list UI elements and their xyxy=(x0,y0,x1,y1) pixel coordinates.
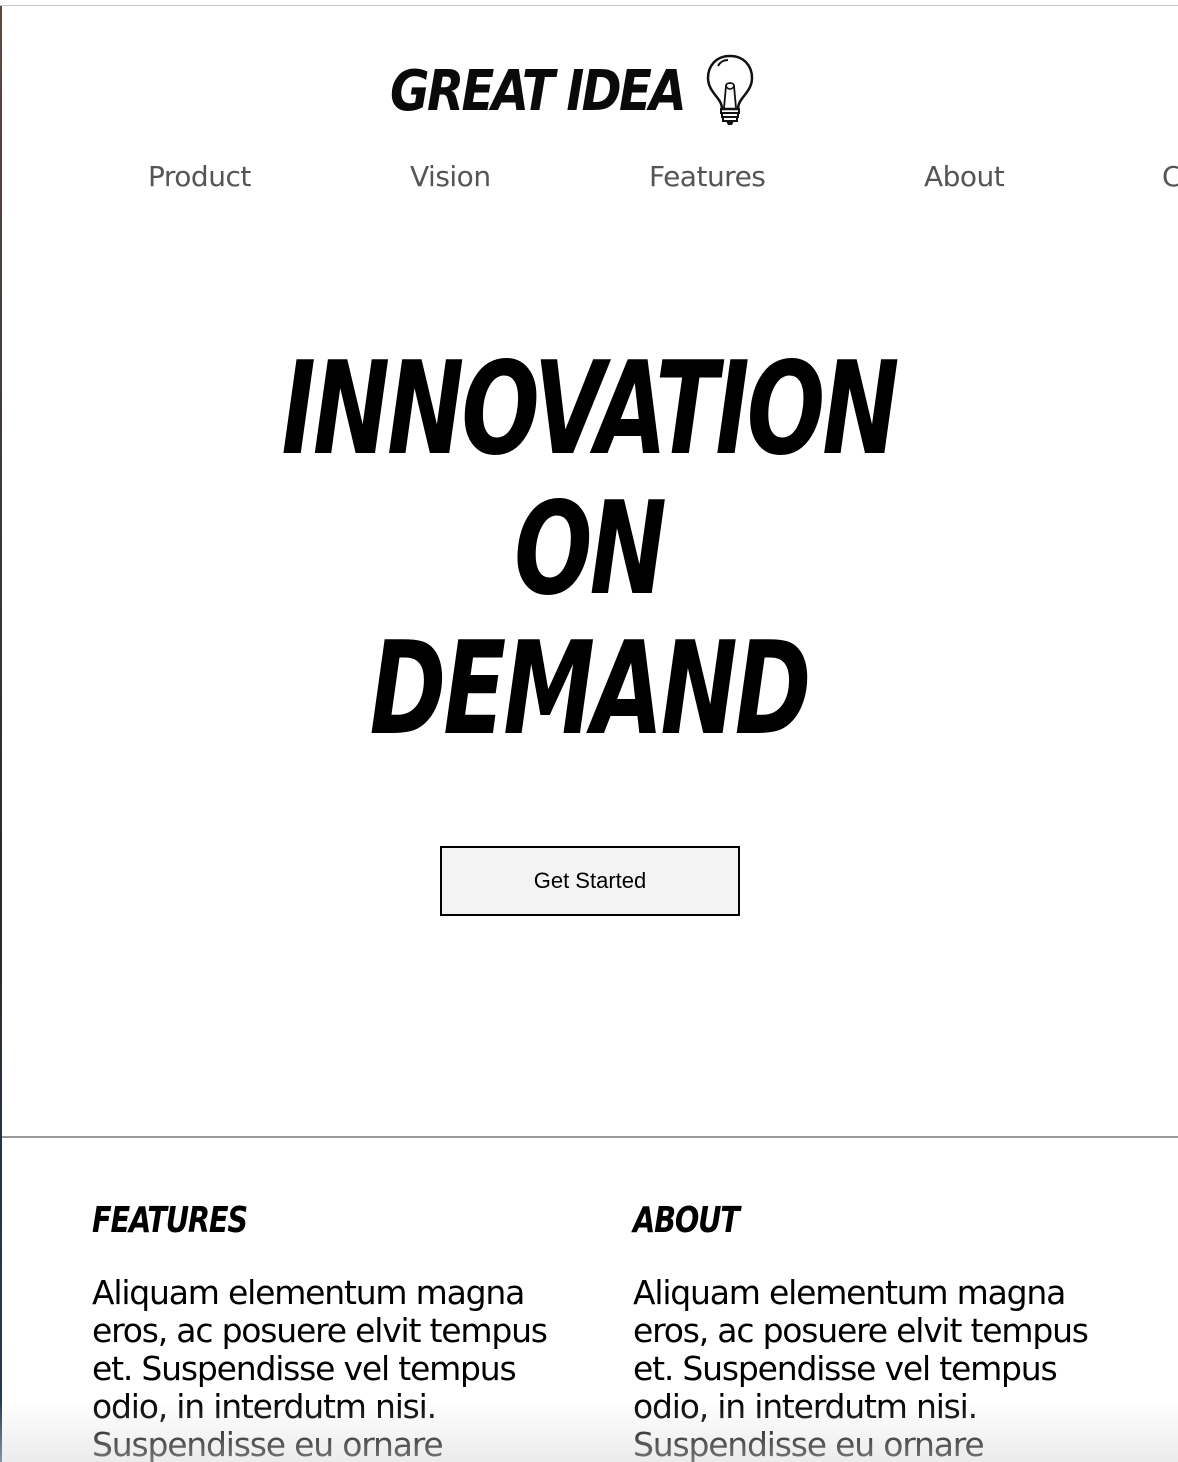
site-logo[interactable]: GREAT IDEA xyxy=(390,52,754,126)
hero-title-line: INNOVATION xyxy=(281,335,899,484)
top-border xyxy=(0,5,1178,6)
hero-title-line: DEMAND xyxy=(369,615,812,764)
page: GREAT IDEA Product Vision Features About xyxy=(0,0,1178,1462)
hero-title-line: ON xyxy=(514,475,667,624)
nav-item-vision[interactable]: Vision xyxy=(410,160,491,193)
nav-item-product[interactable]: Product xyxy=(148,160,251,193)
get-started-button[interactable]: Get Started xyxy=(440,846,740,916)
about-heading: ABOUT xyxy=(633,1200,740,1241)
features-heading: FEATURES xyxy=(92,1200,248,1241)
hero-title: INNOVATION ON DEMAND xyxy=(0,340,1178,760)
about-section: ABOUT Aliquam elementum magna eros, ac p… xyxy=(633,1198,1103,1462)
about-body: Aliquam elementum magna eros, ac posuere… xyxy=(633,1273,1089,1462)
main-nav: Product Vision Features About C xyxy=(0,160,1178,200)
nav-item-features[interactable]: Features xyxy=(649,160,766,193)
lightbulb-icon xyxy=(702,52,758,130)
features-body: Aliquam elementum magna eros, ac posuere… xyxy=(92,1273,548,1462)
nav-item-about[interactable]: About xyxy=(924,160,1005,193)
nav-item-truncated[interactable]: C xyxy=(1162,160,1178,193)
section-divider xyxy=(2,1136,1178,1138)
logo-text: GREAT IDEA xyxy=(390,59,687,124)
features-section: FEATURES Aliquam elementum magna eros, a… xyxy=(92,1198,562,1462)
